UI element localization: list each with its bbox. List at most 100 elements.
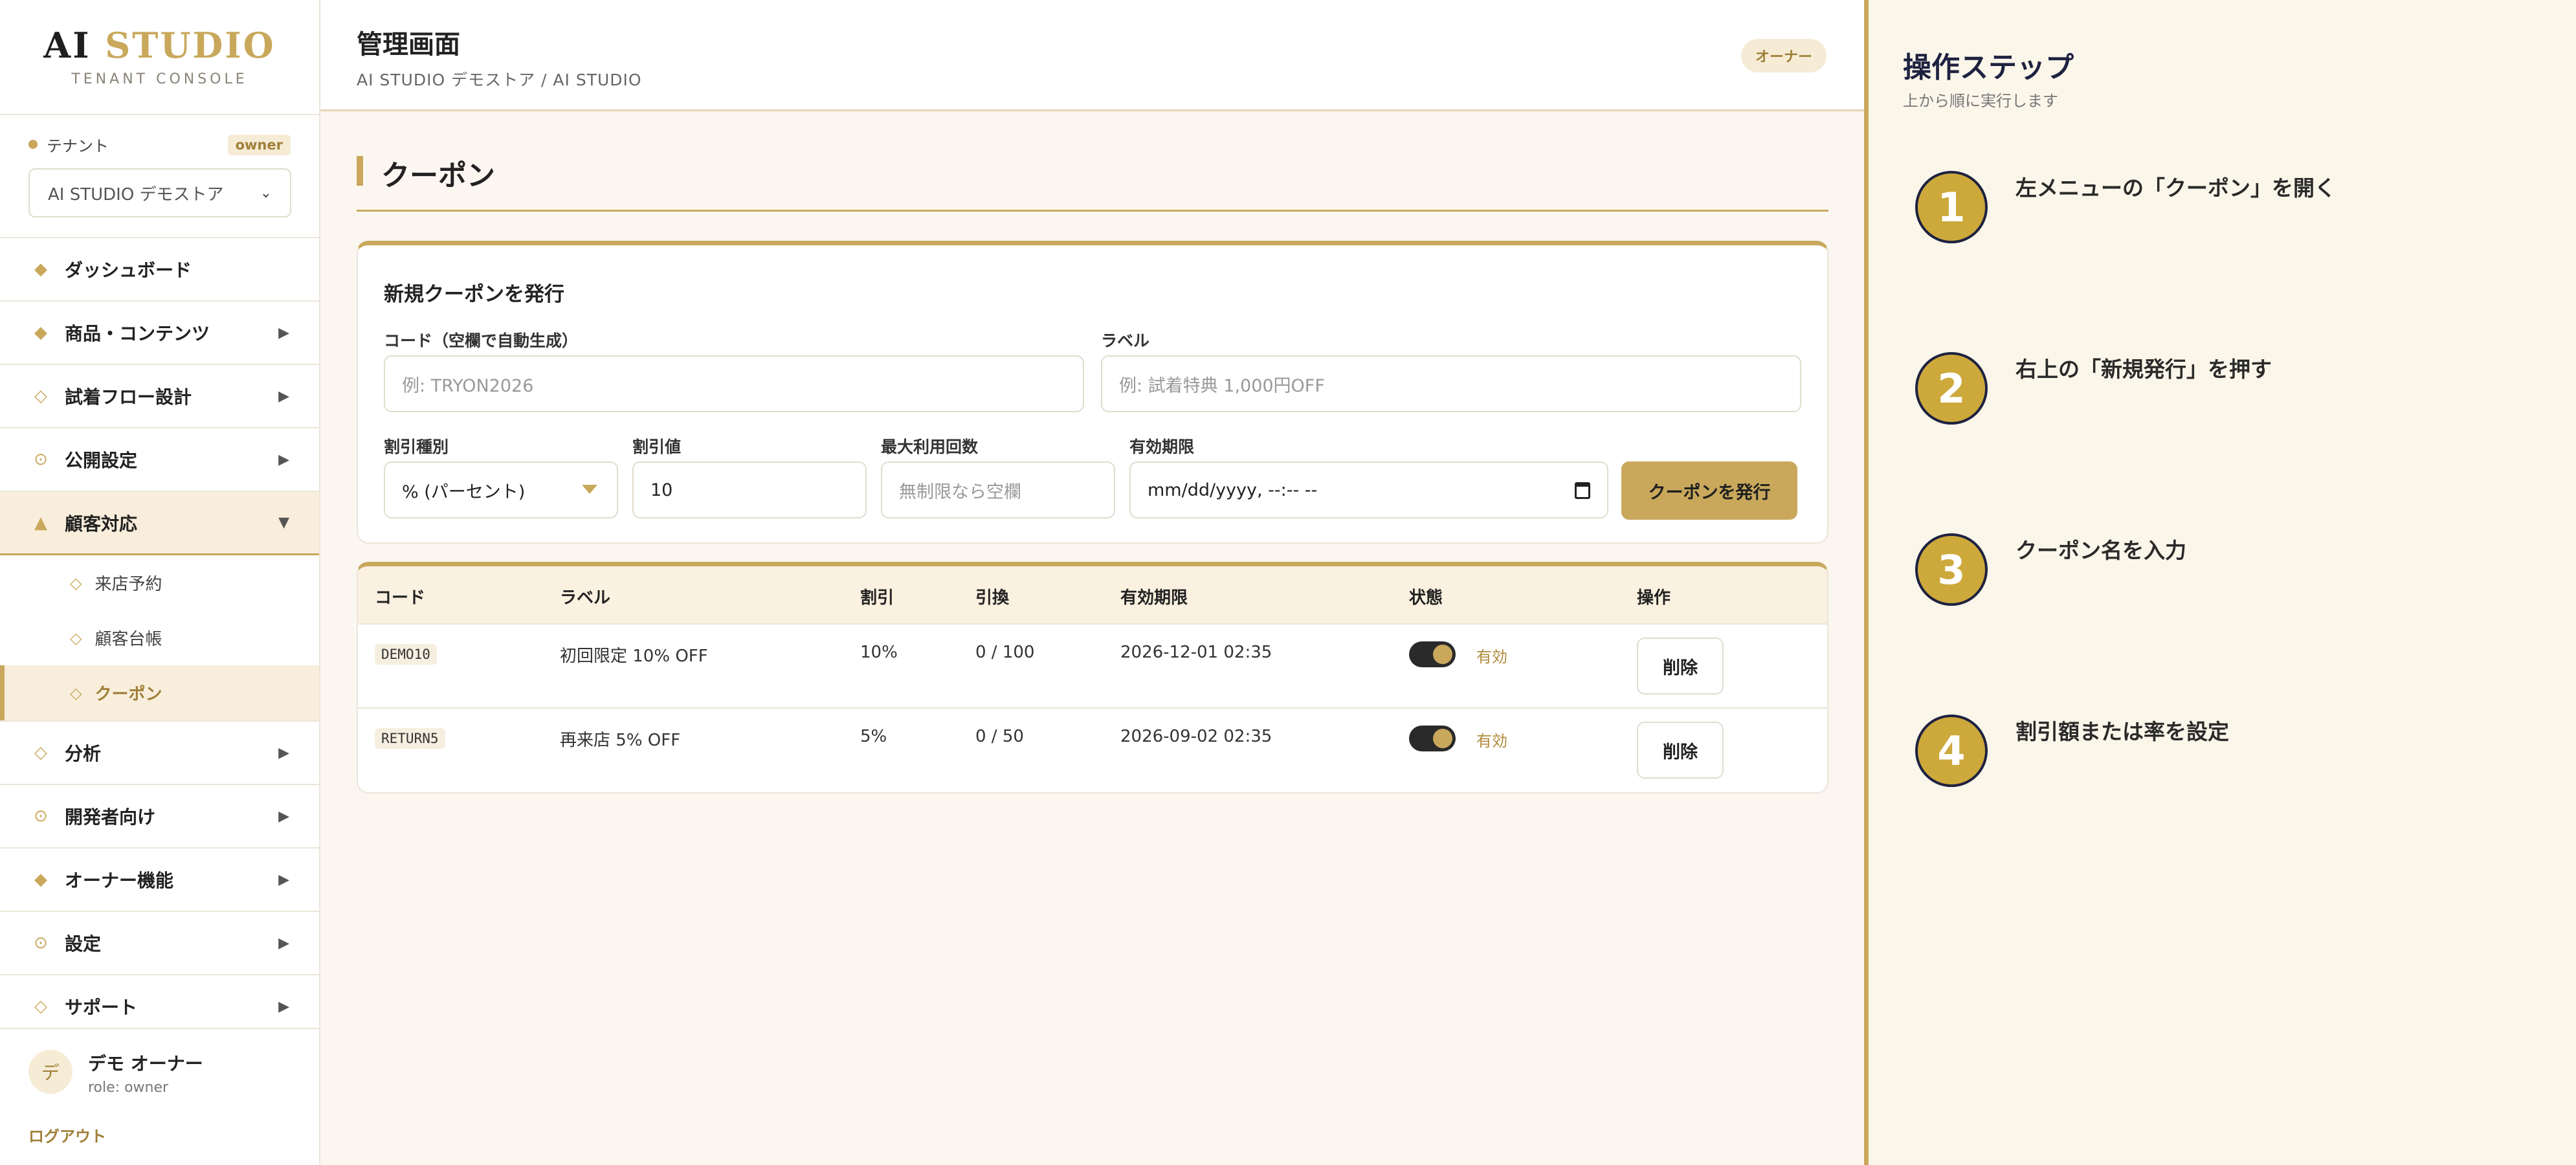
sidebar-item-label: 商品・コンテンツ <box>65 323 210 344</box>
sidebar-item-label: 分析 <box>65 743 102 764</box>
sidebar-item-label: サポート <box>65 997 138 1018</box>
sidebar-item-products[interactable]: ◆ 商品・コンテンツ ▶ <box>0 302 319 365</box>
chevron-down-icon: ⌄ <box>260 184 272 201</box>
expiry-datetime-input[interactable]: mm/dd/yyyy, --:-- -- <box>1129 461 1608 518</box>
coupon-discount: 10% <box>860 643 898 662</box>
expand-arrow-icon: ▶ <box>278 808 289 825</box>
column-header-code: コード <box>375 588 426 608</box>
collapse-arrow-icon: ▼ <box>278 515 289 531</box>
step-text: 右上の「新規発行」を押す <box>2015 357 2272 382</box>
sidebar-subitem-customer-ledger[interactable]: ◇ 顧客台帳 <box>0 610 319 665</box>
step-item: 3 クーポン名を入力 <box>1915 533 2549 611</box>
page-title: 管理画面 <box>357 29 460 60</box>
sidebar-item-label: 顧客対応 <box>65 513 138 535</box>
sidebar-item-label: 設定 <box>65 933 102 955</box>
tenant-role-badge: owner <box>227 135 291 155</box>
diamond-outline-icon: ◇ <box>34 386 47 406</box>
delete-button[interactable]: 削除 <box>1637 638 1724 694</box>
diamond-outline-icon: ◇ <box>70 573 82 592</box>
discount-type-label: 割引種別 <box>384 438 449 456</box>
status-toggle[interactable] <box>1409 641 1456 667</box>
sidebar-item-tryon-flow[interactable]: ◇ 試着フロー設計 ▶ <box>0 365 319 428</box>
coupon-table: コード ラベル 割引 引換 有効期限 状態 操作 DEMO10 初回限定 10%… <box>357 562 1828 793</box>
expand-arrow-icon: ▶ <box>278 871 289 888</box>
sidebar-item-label: オーナー機能 <box>65 870 174 891</box>
status-text: 有効 <box>1476 732 1507 750</box>
step-text: クーポン名を入力 <box>2015 538 2186 563</box>
step-text: 割引額または率を設定 <box>2015 719 2229 744</box>
user-role: role: owner <box>88 1080 169 1096</box>
sidebar-subitem-label: 来店予約 <box>94 575 162 594</box>
dropdown-arrow-icon <box>582 485 597 494</box>
code-field-label: コード（空欄で自動生成） <box>384 331 579 350</box>
discount-type-select[interactable]: % (パーセント) <box>384 461 618 518</box>
steps-title: 操作ステップ <box>1903 51 2074 84</box>
column-header-actions: 操作 <box>1637 588 1671 608</box>
sidebar-subitem-label: クーポン <box>94 685 162 704</box>
column-header-status: 状態 <box>1409 588 1443 608</box>
steps-subtitle: 上から順に実行します <box>1903 92 2058 110</box>
diamond-filled-icon: ◆ <box>34 870 47 889</box>
diamond-outline-icon: ◇ <box>70 683 82 702</box>
discount-value-input[interactable]: 10 <box>632 461 867 518</box>
sidebar-item-analytics[interactable]: ◇ 分析 ▶ <box>0 722 319 785</box>
sidebar-item-settings[interactable]: ⊙ 設定 ▶ <box>0 912 319 975</box>
delete-button[interactable]: 削除 <box>1637 722 1724 779</box>
discount-value-text: 10 <box>650 480 673 500</box>
diamond-filled-icon: ◆ <box>34 260 47 279</box>
logout-link[interactable]: ログアウト <box>28 1124 106 1146</box>
status-toggle[interactable] <box>1409 726 1456 751</box>
sidebar-subitem-coupons[interactable]: ◇ クーポン <box>0 665 319 720</box>
expiry-label: 有効期限 <box>1129 438 1195 456</box>
brand-logo[interactable]: AI STUDIO <box>0 25 319 66</box>
user-panel: デ デモ オーナー role: owner ログアウト <box>0 1028 319 1165</box>
label-input[interactable]: 例: 試着特典 1,000円OFF <box>1101 355 1801 412</box>
sidebar-subitem-reservations[interactable]: ◇ 来店予約 <box>0 555 319 610</box>
sidebar-item-label: 開発者向け <box>65 806 156 828</box>
breadcrumb: AI STUDIO デモストア / AI STUDIO <box>357 71 642 89</box>
section-header: クーポン <box>357 152 1828 212</box>
issue-coupon-button[interactable]: クーポンを発行 <box>1621 461 1797 520</box>
sidebar-item-label: 試着フロー設計 <box>65 386 192 408</box>
brand: AI STUDIO TENANT CONSOLE <box>0 0 319 115</box>
customer-submenu: ◇ 来店予約 ◇ 顧客台帳 ◇ クーポン <box>0 555 319 722</box>
user-name: デモ オーナー <box>88 1053 203 1074</box>
status-text: 有効 <box>1476 648 1507 666</box>
coupon-expiry: 2026-12-01 02:35 <box>1120 643 1272 662</box>
sidebar-item-label: 公開設定 <box>65 450 138 471</box>
brand-subtitle: TENANT CONSOLE <box>71 71 248 87</box>
section-title: クーポン <box>381 159 495 192</box>
sidebar-item-owner-features[interactable]: ◆ オーナー機能 ▶ <box>0 849 319 912</box>
max-uses-input[interactable]: 無制限なら空欄 <box>881 461 1115 518</box>
coupon-redeemed: 0 / 50 <box>975 727 1024 746</box>
code-input[interactable]: 例: TRYON2026 <box>384 355 1084 412</box>
step-item: 4 割引額または率を設定 <box>1915 715 2549 792</box>
column-header-expiry: 有効期限 <box>1120 588 1188 608</box>
diamond-filled-icon: ◆ <box>34 323 47 342</box>
diamond-outline-icon: ◇ <box>70 628 82 647</box>
step-item: 2 右上の「新規発行」を押す <box>1915 352 2549 430</box>
sidebar-item-developers[interactable]: ⊙ 開発者向け ▶ <box>0 785 319 849</box>
expand-arrow-icon: ▶ <box>278 324 289 341</box>
sidebar-item-customer[interactable]: ▲ 顧客対応 ▼ <box>0 492 319 555</box>
table-header: コード ラベル 割引 引換 有効期限 状態 操作 <box>358 566 1827 625</box>
tenant-select[interactable]: AI STUDIO デモストア ⌄ <box>28 168 291 217</box>
sidebar-nav: ◆ ダッシュボード ◆ 商品・コンテンツ ▶ ◇ 試着フロー設計 ▶ ⊙ 公開設… <box>0 238 319 1028</box>
tenant-label: テナント <box>47 137 109 155</box>
diamond-outline-icon: ◇ <box>34 997 47 1016</box>
expand-arrow-icon: ▶ <box>278 744 289 761</box>
coupon-redeemed: 0 / 100 <box>975 643 1035 662</box>
max-uses-placeholder: 無制限なら空欄 <box>899 482 1021 502</box>
sidebar-item-label: ダッシュボード <box>65 260 192 281</box>
column-header-redeemed: 引換 <box>975 588 1010 608</box>
step-number: 2 <box>1915 352 1988 425</box>
step-text: 左メニューの「クーポン」を開く <box>2015 175 2336 201</box>
sidebar-item-publish[interactable]: ⊙ 公開設定 ▶ <box>0 428 319 492</box>
avatar: デ <box>28 1050 72 1094</box>
calendar-icon[interactable] <box>1575 482 1590 499</box>
expand-arrow-icon: ▶ <box>278 388 289 405</box>
sidebar-item-dashboard[interactable]: ◆ ダッシュボード <box>0 238 319 302</box>
brand-title-studio: STUDIO <box>105 25 276 66</box>
sidebar: AI STUDIO TENANT CONSOLE テナント owner AI S… <box>0 0 320 1165</box>
sidebar-item-support[interactable]: ◇ サポート ▶ <box>0 975 319 1028</box>
